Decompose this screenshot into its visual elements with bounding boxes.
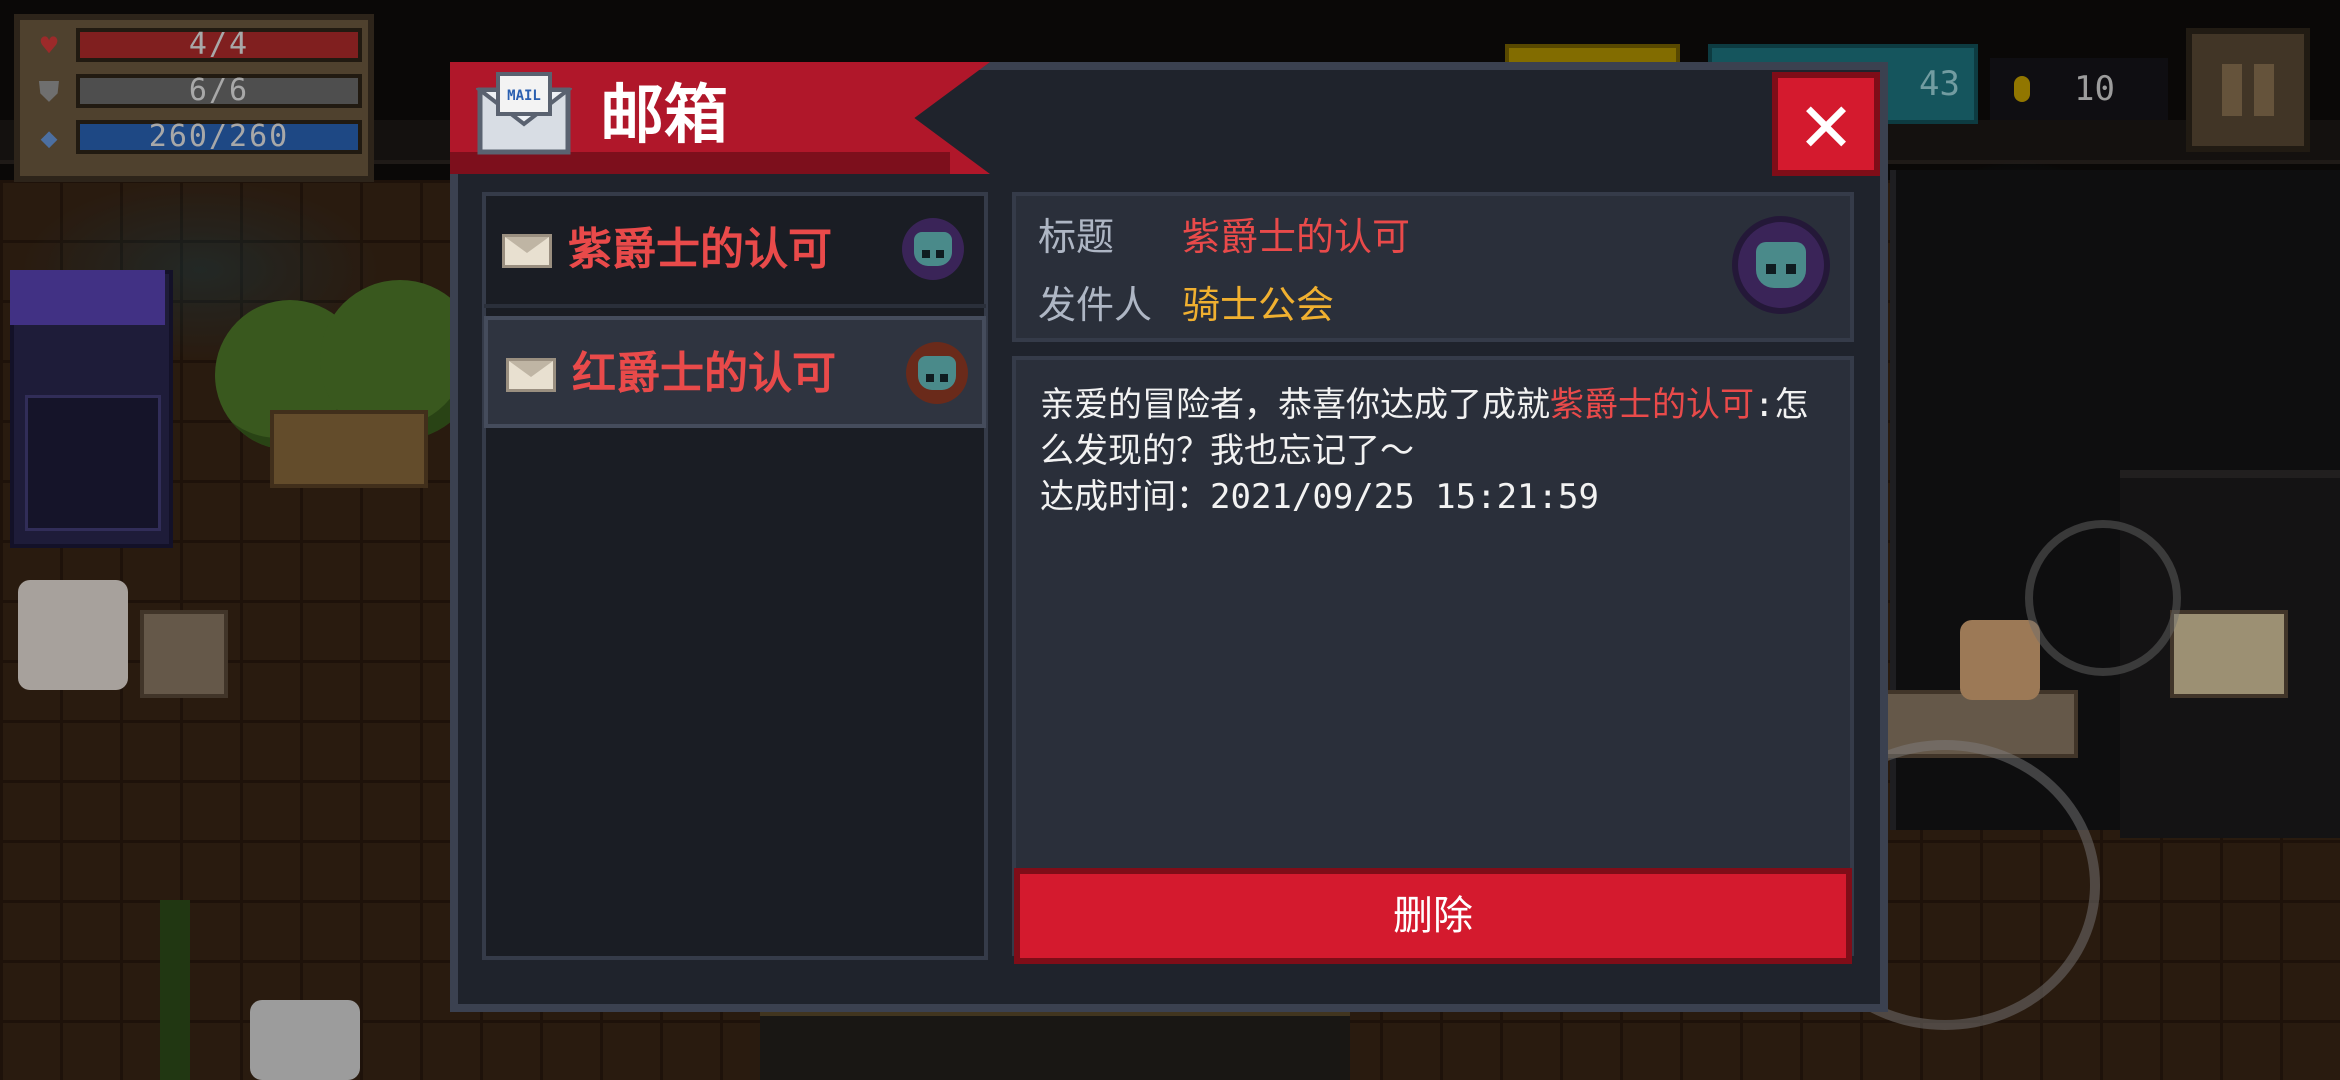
- mailbox-title: 邮箱: [600, 79, 728, 153]
- red-knight-helmet-icon: [906, 342, 968, 404]
- mail-item-title: 红爵士的认可: [572, 348, 836, 399]
- helmet-eye: [936, 250, 944, 258]
- helmet-face: [918, 356, 956, 390]
- mail-time-value: 2021/09/25 15:21:59: [1210, 477, 1599, 517]
- mail-body-text: 亲爱的冒险者，恭喜你达成了成就紫爵士的认可:怎么发现的？我也忘记了～ 达成时间：…: [1040, 382, 1820, 520]
- mail-list-item[interactable]: 紫爵士的认可: [484, 196, 986, 308]
- helmet-eye: [926, 374, 934, 382]
- helmet-eye: [940, 374, 948, 382]
- sender-value: 骑士公会: [1182, 283, 1335, 327]
- title-label: 标题: [1038, 215, 1115, 259]
- helmet-eye: [1766, 264, 1776, 274]
- close-icon: ✕: [1800, 73, 1852, 171]
- envelope-icon: [506, 358, 556, 392]
- purple-knight-helmet-icon: [1738, 222, 1824, 308]
- helmet-face: [1756, 242, 1806, 288]
- mail-body-achievement: 紫爵士的认可: [1550, 385, 1754, 425]
- helmet-eye: [1786, 264, 1796, 274]
- mail-time-label: 达成时间：: [1040, 477, 1210, 517]
- sender-label: 发件人: [1038, 283, 1153, 327]
- title-value: 紫爵士的认可: [1182, 215, 1411, 259]
- helmet-face: [914, 232, 952, 266]
- mail-detail-header: 标题 紫爵士的认可 发件人 骑士公会: [1012, 192, 1854, 342]
- mail-icon: MAIL: [476, 72, 572, 155]
- helmet-eye: [922, 250, 930, 258]
- mail-list-item-selected[interactable]: 红爵士的认可: [484, 316, 986, 428]
- mail-body: 亲爱的冒险者，恭喜你达成了成就紫爵士的认可:怎么发现的？我也忘记了～ 达成时间：…: [1012, 356, 1854, 956]
- mail-body-intro: 亲爱的冒险者，恭喜你达成了成就: [1040, 385, 1550, 425]
- mail-icon-label: MAIL: [507, 88, 541, 104]
- purple-knight-helmet-icon: [902, 218, 964, 280]
- close-button[interactable]: ✕: [1772, 72, 1880, 176]
- delete-button[interactable]: 删除: [1014, 868, 1852, 964]
- envelope-icon: [502, 234, 552, 268]
- mail-item-title: 紫爵士的认可: [568, 224, 832, 275]
